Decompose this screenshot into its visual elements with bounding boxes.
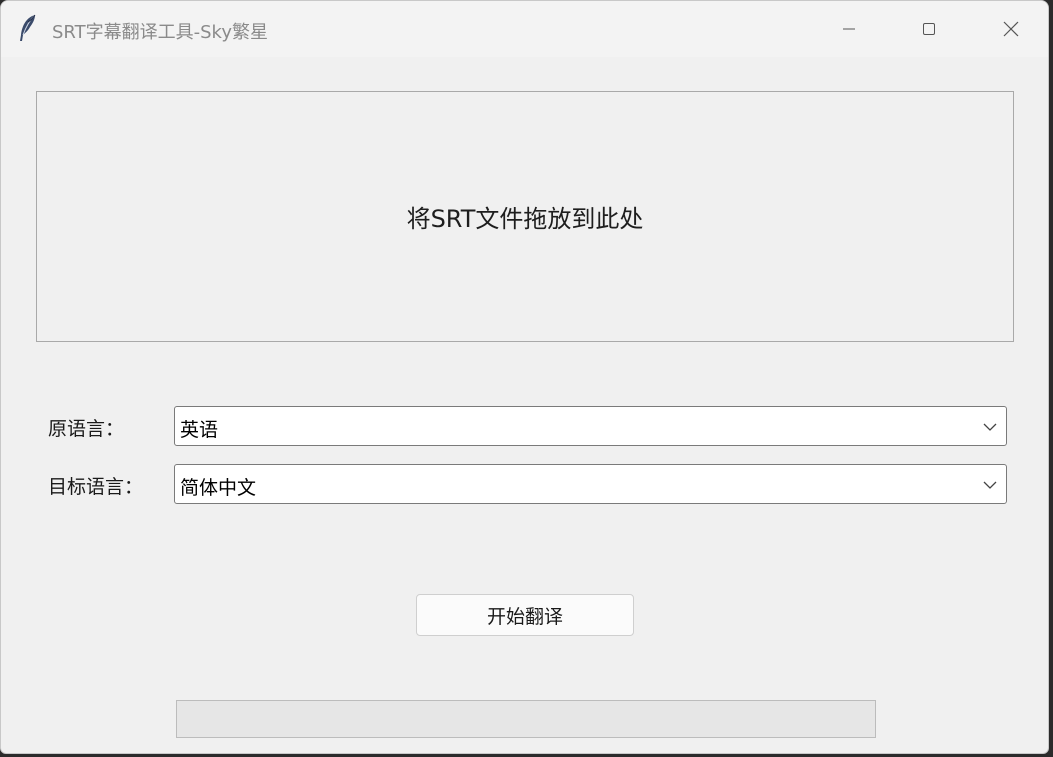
chevron-down-icon[interactable] xyxy=(982,477,998,493)
window-title: SRT字幕翻译工具-Sky繁星 xyxy=(52,22,268,43)
start-translation-button[interactable]: 开始翻译 xyxy=(416,594,634,636)
close-button[interactable] xyxy=(991,9,1031,49)
translation-progress-bar xyxy=(176,700,876,738)
chevron-down-icon[interactable] xyxy=(982,419,998,435)
source-language-value: 英语 xyxy=(180,419,219,441)
app-window: SRT字幕翻译工具-Sky繁星 将SRT文件拖放到此处 原语言： 英语 目标语言… xyxy=(0,0,1049,754)
target-language-value: 简体中文 xyxy=(180,477,257,499)
source-language-select[interactable]: 英语 xyxy=(174,406,1007,446)
target-language-select[interactable]: 简体中文 xyxy=(174,464,1007,504)
minimize-button[interactable] xyxy=(829,9,869,49)
feather-icon xyxy=(17,13,39,43)
source-language-label: 原语言： xyxy=(48,418,125,440)
drop-zone-text: 将SRT文件拖放到此处 xyxy=(406,205,644,233)
close-icon xyxy=(1003,21,1019,37)
maximize-button[interactable] xyxy=(909,9,949,49)
maximize-icon xyxy=(923,23,935,35)
file-drop-zone[interactable]: 将SRT文件拖放到此处 xyxy=(36,91,1014,342)
title-bar[interactable]: SRT字幕翻译工具-Sky繁星 xyxy=(1,1,1048,57)
target-language-label: 目标语言： xyxy=(48,476,144,498)
minimize-icon xyxy=(843,28,855,30)
